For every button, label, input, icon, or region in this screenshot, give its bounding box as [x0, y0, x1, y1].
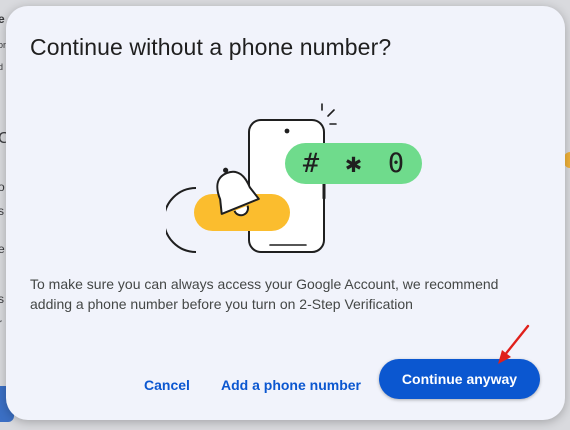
background-text-fragment: d — [0, 62, 4, 72]
background-text-fragment: e — [0, 12, 5, 26]
background-text-fragment: e — [0, 242, 5, 256]
keypad-symbols: # ✱ 0 — [302, 148, 410, 179]
annotation-arrow-icon — [498, 324, 530, 364]
background-text-fragment: s — [0, 204, 4, 218]
background-text-fragment: s — [0, 292, 4, 306]
dialog: Continue without a phone number? # ✱ 0 T… — [6, 6, 565, 420]
background-text-fragment: o — [0, 180, 5, 194]
dialog-body-text: To make sure you can always access your … — [30, 276, 499, 312]
dialog-title: Continue without a phone number? — [30, 34, 392, 60]
background-text-fragment: r — [0, 316, 2, 330]
add-phone-number-button[interactable]: Add a phone number — [221, 370, 361, 400]
cancel-button[interactable]: Cancel — [144, 370, 190, 400]
